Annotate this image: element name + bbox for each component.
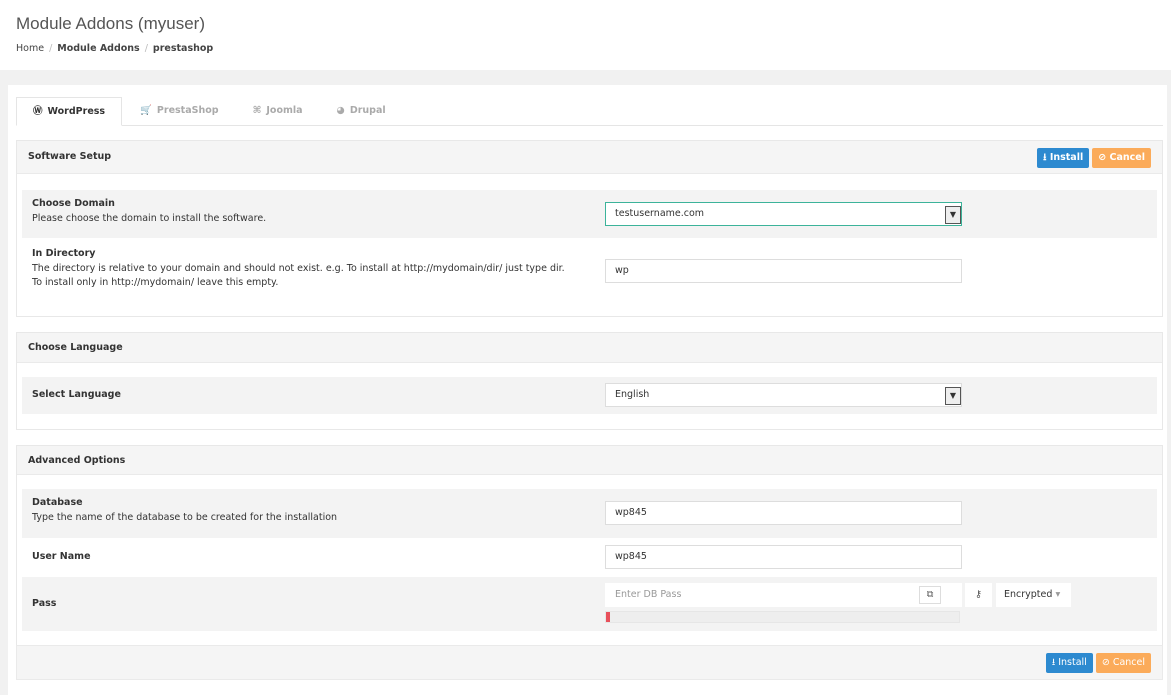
tab-bar: Ⓦ WordPress 🛒 PrestaShop ⌘ Joomla ◕ Drupal — [16, 97, 1163, 126]
install-button[interactable]: ⭳ Install — [1037, 148, 1090, 168]
content-card: Ⓦ WordPress 🛒 PrestaShop ⌘ Joomla ◕ Drupal S… — [8, 85, 1167, 695]
directory-row: In Directory The directory is relative t… — [22, 240, 1157, 302]
language-panel: Choose Language Select Language English ▼ — [16, 332, 1163, 430]
drupal-icon: ◕ — [336, 105, 345, 116]
ban-icon: ⊘ — [1098, 152, 1107, 163]
breadcrumb-module-addons[interactable]: Module Addons — [57, 43, 139, 54]
strength-fill — [606, 612, 610, 622]
username-row: User Name wp845 — [22, 541, 1157, 575]
database-input[interactable]: wp845 — [605, 501, 962, 525]
tab-joomla[interactable]: ⌘ Joomla — [237, 97, 319, 126]
panel-title: Software Setup — [28, 151, 112, 162]
cancel-button[interactable]: ⊘ Cancel — [1092, 148, 1151, 168]
pass-input[interactable]: Enter DB Pass ⧉ — [605, 583, 962, 607]
copy-icon[interactable]: ⧉ — [919, 586, 941, 604]
password-strength-bar — [605, 611, 960, 623]
key-icon[interactable]: ⚷ — [965, 583, 992, 607]
install-button-bottom[interactable]: ⭳ Install — [1045, 653, 1093, 673]
tab-wordpress[interactable]: Ⓦ WordPress — [16, 97, 123, 126]
download-icon: ⭳ — [1043, 152, 1047, 163]
ban-icon: ⊘ — [1101, 657, 1110, 668]
software-setup-panel: Software Setup ⭳ Install ⊘ Cancel Choose… — [16, 140, 1163, 317]
directory-input[interactable]: wp — [605, 259, 962, 283]
language-select[interactable]: English ▼ — [605, 383, 962, 407]
cart-icon: 🛒 — [140, 105, 152, 116]
download-icon: ⭳ — [1051, 657, 1056, 668]
domain-select[interactable]: testusername.com ▼ — [605, 202, 962, 226]
breadcrumb: Home / Module Addons / prestashop — [16, 43, 214, 54]
panel-footer: ⭳ Install ⊘ Cancel — [16, 645, 1163, 680]
language-row: Select Language English ▼ — [22, 377, 1157, 414]
chevron-down-icon: ▼ — [945, 387, 961, 405]
breadcrumb-home[interactable]: Home — [16, 43, 44, 54]
page-title: Module Addons (myuser) — [16, 14, 205, 33]
username-input[interactable]: wp845 — [605, 545, 962, 569]
cancel-button-bottom[interactable]: ⊘ Cancel — [1095, 653, 1151, 673]
page-header: Module Addons (myuser) Home / Module Addon… — [0, 0, 1171, 70]
chevron-down-icon: ▼ — [945, 206, 961, 224]
encryption-dropdown[interactable]: Encrypted ▾ — [996, 583, 1071, 607]
database-row: Database Type the name of the database t… — [22, 489, 1157, 538]
wordpress-icon: Ⓦ — [33, 106, 43, 117]
choose-domain-row: Choose Domain Please choose the domain t… — [22, 190, 1157, 238]
tab-drupal[interactable]: ◕ Drupal — [321, 97, 402, 126]
breadcrumb-current: prestashop — [152, 43, 214, 54]
tab-prestashop[interactable]: 🛒 PrestaShop — [124, 97, 234, 126]
pass-row: Pass Enter DB Pass ⧉ ⚷ Encrypted ▾ — [22, 577, 1157, 631]
joomla-icon: ⌘ — [252, 105, 262, 116]
